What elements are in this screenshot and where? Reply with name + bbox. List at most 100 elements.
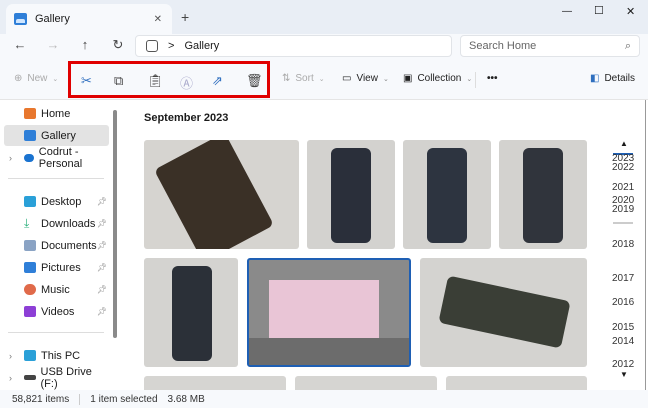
up-button[interactable]: ↑	[75, 37, 95, 52]
sidebar-item-gallery[interactable]: Gallery	[4, 125, 109, 146]
gallery-content: September 2023	[120, 100, 648, 390]
new-button[interactable]: ⊕ New ⌄	[14, 73, 58, 84]
year-2015[interactable]: 2015	[612, 322, 634, 333]
details-label: Details	[604, 73, 636, 84]
gallery-icon	[24, 130, 36, 141]
chevron-right-icon[interactable]: ›	[9, 153, 12, 163]
pin-icon[interactable]: 📌︎	[97, 285, 107, 294]
timeline-hover-marker	[613, 222, 633, 224]
address-bar[interactable]: > Gallery	[135, 35, 452, 57]
breadcrumb-separator: >	[168, 40, 175, 52]
photo-thumbnail[interactable]	[295, 376, 437, 390]
navigation-bar: ← → ↑ ↻ > Gallery Search Home ⌕	[0, 34, 648, 60]
photo-thumbnail[interactable]	[420, 258, 587, 367]
year-2017[interactable]: 2017	[612, 273, 634, 284]
collection-label: Collection	[417, 73, 462, 84]
label: Codrut - Personal	[38, 145, 83, 170]
year-2018[interactable]: 2018	[612, 239, 634, 250]
close-window-button[interactable]: ✕	[626, 5, 635, 18]
close-tab-button[interactable]: ✕	[154, 14, 162, 25]
tab-gallery[interactable]: Gallery ✕	[6, 4, 172, 34]
sort-button[interactable]: ⇅ Sort ⌄	[282, 73, 325, 84]
download-icon: ⤓	[24, 216, 30, 230]
label: Home	[41, 107, 71, 120]
sidebar-scrollbar[interactable]	[113, 110, 117, 338]
sidebar-item-pictures[interactable]: Pictures 📌︎	[4, 257, 109, 278]
more-options-button[interactable]: •••	[487, 73, 498, 84]
sidebar-item-videos[interactable]: Videos 📌︎	[4, 301, 109, 322]
photo-thumbnail[interactable]	[144, 258, 238, 367]
year-2022[interactable]: 2022	[612, 162, 634, 173]
photo-thumbnail[interactable]	[499, 140, 587, 249]
year-2014[interactable]: 2014	[612, 336, 634, 347]
view-button[interactable]: ▭ View ⌄	[342, 73, 389, 84]
pin-icon[interactable]: 📌︎	[97, 197, 107, 206]
desktop-icon	[24, 196, 36, 207]
year-2021[interactable]: 2021	[612, 182, 634, 193]
view-icon: ▭	[342, 73, 352, 84]
chevron-right-icon[interactable]: ›	[9, 351, 12, 361]
photo-thumbnail[interactable]	[403, 140, 491, 249]
gallery-icon	[14, 13, 27, 25]
sidebar-item-downloads[interactable]: ⤓ Downloads 📌︎	[4, 213, 109, 234]
pin-icon[interactable]: 📌︎	[97, 241, 107, 250]
toolbar-divider	[475, 72, 476, 88]
maximize-button[interactable]: ☐	[594, 4, 604, 17]
label: Documents	[41, 239, 97, 252]
divider	[8, 178, 104, 179]
search-icon: ⌕	[624, 39, 631, 52]
selection-size: 3.68 MB	[167, 393, 205, 405]
photo-thumbnail[interactable]	[144, 140, 299, 249]
breadcrumb-gallery[interactable]: Gallery	[184, 40, 219, 52]
sidebar-item-documents[interactable]: Documents 📌︎	[4, 235, 109, 256]
drive-icon	[24, 375, 36, 380]
tab-bar: Gallery ✕ + — ☐ ✕	[0, 0, 648, 34]
minimize-button[interactable]: —	[562, 6, 572, 17]
new-tab-button[interactable]: +	[181, 9, 189, 25]
sidebar-item-this-pc[interactable]: › This PC	[4, 345, 109, 366]
view-label: View	[356, 73, 378, 84]
photo-thumbnail[interactable]	[307, 140, 395, 249]
sidebar-item-desktop[interactable]: Desktop 📌︎	[4, 191, 109, 212]
year-2019[interactable]: 2019	[612, 204, 634, 215]
sidebar-item-onedrive[interactable]: › Codrut - Personal	[4, 145, 109, 170]
search-input[interactable]: Search Home ⌕	[460, 35, 640, 57]
tab-title: Gallery	[35, 13, 70, 25]
cloud-icon	[24, 153, 34, 162]
more-label: •••	[487, 73, 498, 84]
scroll-up-icon[interactable]: ▲	[620, 139, 628, 148]
scroll-down-icon[interactable]: ▼	[620, 370, 628, 379]
sort-icon: ⇅	[282, 73, 291, 84]
label: Pictures	[41, 261, 81, 274]
status-divider	[79, 393, 81, 405]
sidebar-item-music[interactable]: Music 📌︎	[4, 279, 109, 300]
label: Downloads	[41, 217, 96, 230]
back-button[interactable]: ←	[10, 37, 30, 52]
sidebar-item-usb-drive[interactable]: › USB Drive (F:)	[4, 366, 109, 390]
sidebar-item-home[interactable]: Home	[4, 103, 109, 124]
year-2016[interactable]: 2016	[612, 297, 634, 308]
collection-button[interactable]: ▣ Collection ⌄	[403, 73, 472, 84]
label: Music	[41, 283, 70, 296]
pin-icon[interactable]: 📌︎	[97, 307, 107, 316]
chevron-right-icon[interactable]: ›	[9, 373, 12, 383]
forward-button[interactable]: →	[43, 37, 63, 52]
music-icon	[24, 284, 36, 295]
refresh-button[interactable]: ↻	[108, 37, 128, 53]
label: This PC	[41, 349, 81, 362]
documents-icon	[24, 240, 36, 251]
sort-label: Sort	[295, 73, 314, 84]
pin-icon[interactable]: 📌︎	[97, 219, 107, 228]
videos-icon	[24, 306, 36, 317]
collection-icon: ▣	[403, 73, 413, 84]
plus-circle-icon: ⊕	[14, 73, 23, 84]
pin-icon[interactable]: 📌︎	[97, 263, 107, 272]
photo-thumbnail[interactable]	[446, 376, 587, 390]
photo-thumbnail-selected[interactable]	[247, 258, 411, 367]
label: Desktop	[41, 195, 82, 208]
gallery-location-icon	[146, 40, 158, 52]
photo-thumbnail[interactable]	[144, 376, 286, 390]
details-button[interactable]: ◧ Details	[590, 73, 635, 84]
year-2012[interactable]: 2012	[612, 359, 634, 370]
navigation-pane: Home Gallery › Codrut - Personal Desktop 📌…	[0, 100, 120, 390]
